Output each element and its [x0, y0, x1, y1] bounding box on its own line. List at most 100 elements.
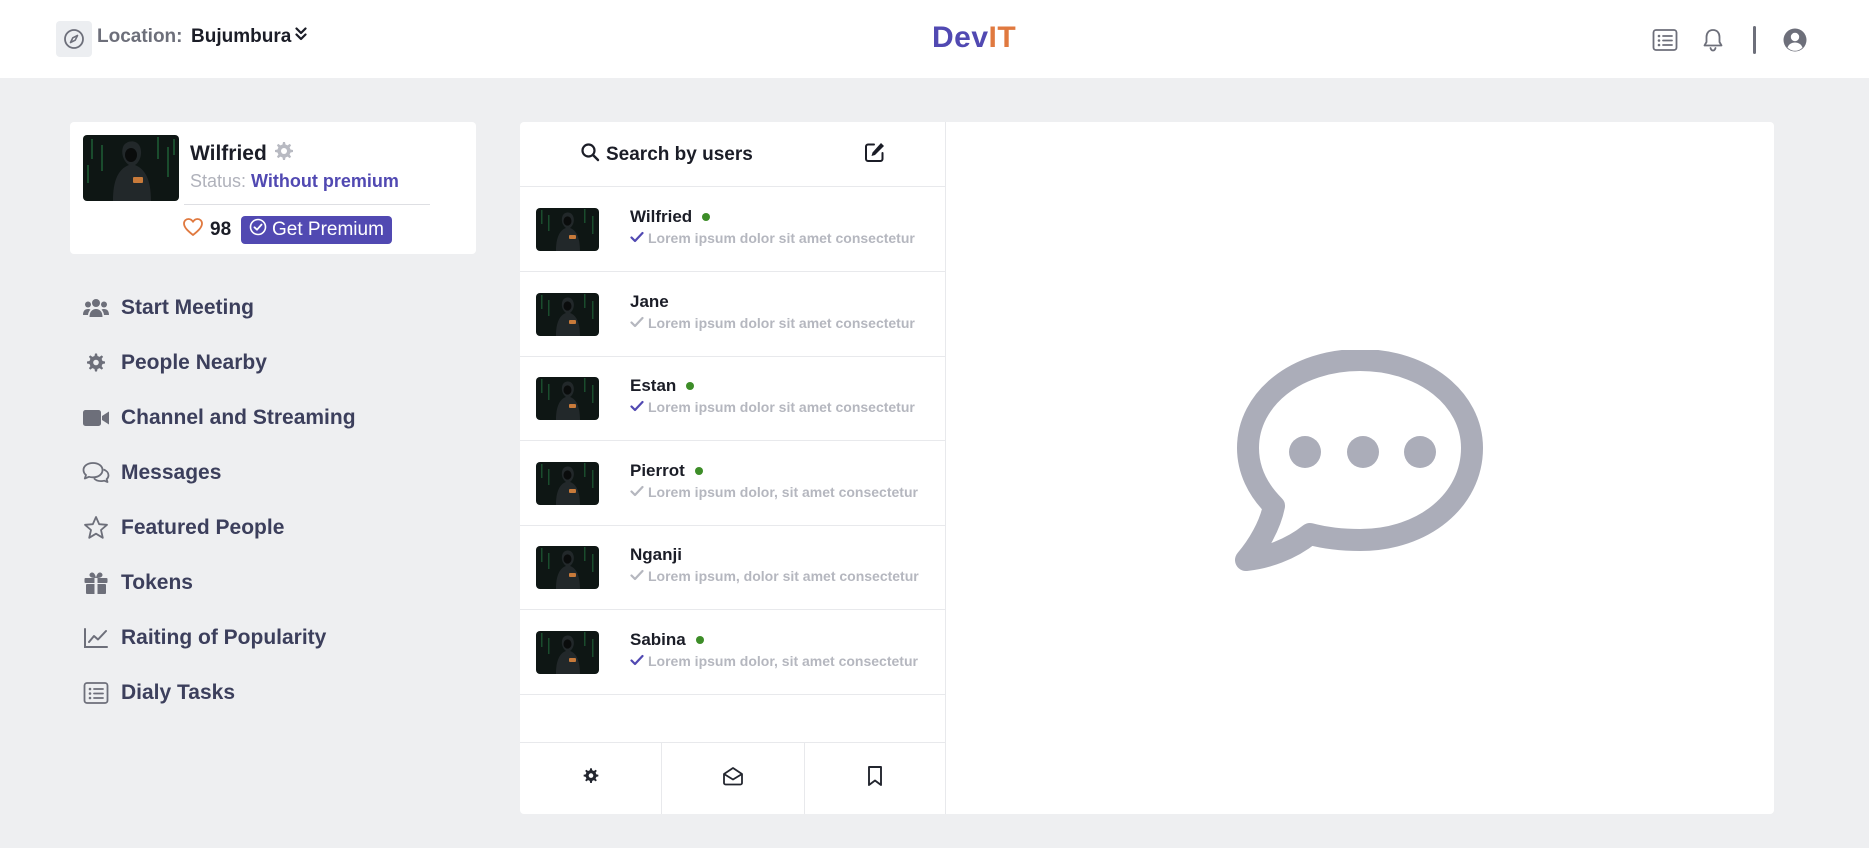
contact-name-text: Nganji — [630, 545, 682, 564]
sidebar-item-dialy-tasks[interactable]: Dialy Tasks — [82, 673, 412, 713]
gear-icon — [82, 349, 110, 377]
chat-list-item[interactable]: Nganji Lorem ipsum, dolor sit amet consec… — [520, 525, 946, 610]
gear-icon — [582, 767, 600, 790]
check-icon — [630, 399, 644, 415]
sidebar-item-people-nearby[interactable]: People Nearby — [82, 343, 412, 383]
location-select[interactable]: Bujumbura — [191, 26, 307, 48]
chat-contact-name: Sabina — [630, 630, 704, 650]
sidebar-item-label: People Nearby — [121, 351, 267, 374]
compose-message-button[interactable] — [861, 140, 889, 168]
tab-settings[interactable] — [520, 743, 663, 814]
search-users-button[interactable]: Search by users — [580, 142, 753, 168]
sidebar-item-label: Dialy Tasks — [121, 681, 236, 704]
chat-last-message: Lorem ipsum dolor, sit amet consectetur — [630, 484, 930, 500]
sidebar-item-label: Start Meeting — [121, 296, 255, 319]
avatar[interactable] — [83, 135, 179, 201]
chat-list-panel: Search by users Wilfried Lorem ipsum dolo… — [520, 122, 946, 814]
message-preview-text: Lorem ipsum dolor sit amet consectetur — [648, 230, 915, 246]
sidebar-item-messages[interactable]: Messages — [82, 453, 412, 493]
chat-contact-name: Estan — [630, 376, 695, 396]
profile-card: Wilfried Status: Without premium 98 Get … — [70, 122, 476, 254]
check-icon — [630, 484, 644, 500]
avatar — [536, 461, 599, 505]
profile-name-text: Wilfried — [190, 142, 267, 165]
get-premium-button[interactable]: Get Premium — [241, 216, 392, 244]
heart-icon — [182, 217, 204, 243]
status-label: Status: — [190, 171, 247, 191]
tab-inbox[interactable] — [662, 743, 805, 814]
location-value: Bujumbura — [191, 26, 292, 47]
user-account-icon[interactable] — [1781, 26, 1809, 54]
sidebar-item-label: Featured People — [121, 516, 285, 539]
contact-name-text: Pierrot — [630, 460, 685, 480]
divider — [184, 204, 430, 205]
sidebar-item-tokens[interactable]: Tokens — [82, 563, 412, 603]
chat-panel-tabs — [520, 742, 946, 814]
logo-text-it: IT — [988, 21, 1017, 54]
chat-contact-name: Wilfried — [630, 207, 711, 227]
chat-list-item[interactable]: Sabina Lorem ipsum dolor, sit amet consec… — [520, 610, 946, 695]
message-preview-text: Lorem ipsum, dolor sit amet consectetur — [648, 568, 919, 584]
check-icon — [630, 230, 644, 246]
sidebar-item-start-meeting[interactable]: Start Meeting — [82, 288, 412, 328]
contact-name-text: Wilfried — [630, 207, 693, 226]
header-divider — [1753, 26, 1756, 54]
logo-text-dev: Dev — [932, 21, 989, 54]
bell-icon[interactable] — [1699, 26, 1727, 54]
compass-icon[interactable] — [56, 21, 92, 57]
star-icon — [82, 514, 110, 542]
contact-name-text: Estan — [630, 376, 677, 395]
edit-icon — [864, 141, 886, 168]
search-label: Search by users — [606, 144, 753, 165]
sidebar-item-label: Channel and Streaming — [121, 406, 356, 429]
get-premium-label: Get Premium — [272, 219, 384, 240]
sidebar-item-channel-and-streaming[interactable]: Channel and Streaming — [82, 398, 412, 438]
search-icon — [580, 142, 600, 168]
chat-search-bar: Search by users — [520, 122, 946, 187]
likes-count: 98 — [210, 219, 232, 240]
avatar — [536, 546, 599, 589]
envelope-open-icon — [722, 766, 744, 791]
list-icon — [82, 679, 110, 707]
chart-line-icon — [82, 624, 110, 652]
chat-list-item[interactable]: Pierrot Lorem ipsum dolor, sit amet conse… — [520, 441, 946, 526]
chat-list-item[interactable]: Wilfried Lorem ipsum dolor sit amet conse… — [520, 187, 946, 272]
sidebar-item-label: Raiting of Popularity — [121, 626, 327, 649]
app-logo[interactable]: DevIT — [932, 21, 1016, 55]
bookmark-icon — [866, 765, 884, 792]
online-status-dot — [695, 635, 704, 644]
status-value: Without premium — [251, 171, 399, 191]
chat-last-message: Lorem ipsum dolor sit amet consectetur — [630, 230, 930, 246]
chat-list-item[interactable]: Estan Lorem ipsum dolor sit amet consecte… — [520, 356, 946, 441]
online-status-dot — [686, 382, 695, 390]
video-icon — [82, 404, 110, 432]
contact-name-text: Jane — [630, 291, 669, 311]
avatar — [536, 292, 599, 336]
check-icon — [630, 653, 644, 669]
message-preview-text: Lorem ipsum dolor sit amet consectetur — [648, 399, 915, 415]
settings-gear-icon[interactable] — [273, 140, 295, 168]
sidebar-item-raiting-of-popularity[interactable]: Raiting of Popularity — [82, 618, 412, 658]
check-icon — [630, 315, 644, 331]
chat-contact-name: Nganji — [630, 545, 682, 565]
contact-name-text: Sabina — [630, 629, 686, 649]
avatar — [536, 377, 599, 420]
tab-bookmarks[interactable] — [805, 743, 946, 814]
message-preview-text: Lorem ipsum dolor, sit amet consectetur — [648, 652, 918, 669]
chat-contact-name: Jane — [630, 292, 669, 312]
chevron-double-down-icon — [295, 26, 307, 48]
sidebar-item-label: Tokens — [121, 571, 193, 594]
chat-bubble-icon — [1228, 349, 1492, 593]
sidebar-item-featured-people[interactable]: Featured People — [82, 508, 412, 548]
list-icon[interactable] — [1651, 26, 1679, 54]
chat-last-message: Lorem ipsum dolor sit amet consectetur — [630, 399, 930, 415]
online-status-dot — [694, 466, 703, 475]
chat-contact-name: Pierrot — [630, 461, 703, 481]
avatar — [536, 208, 599, 251]
gift-icon — [82, 569, 110, 597]
online-status-dot — [702, 213, 711, 221]
chat-last-message: Lorem ipsum, dolor sit amet consectetur — [630, 568, 930, 584]
likes-counter[interactable]: 98 — [182, 217, 231, 243]
chat-list-item[interactable]: Jane Lorem ipsum dolor sit amet consectet… — [520, 272, 946, 357]
chat-last-message: Lorem ipsum dolor sit amet consectetur — [630, 315, 930, 331]
